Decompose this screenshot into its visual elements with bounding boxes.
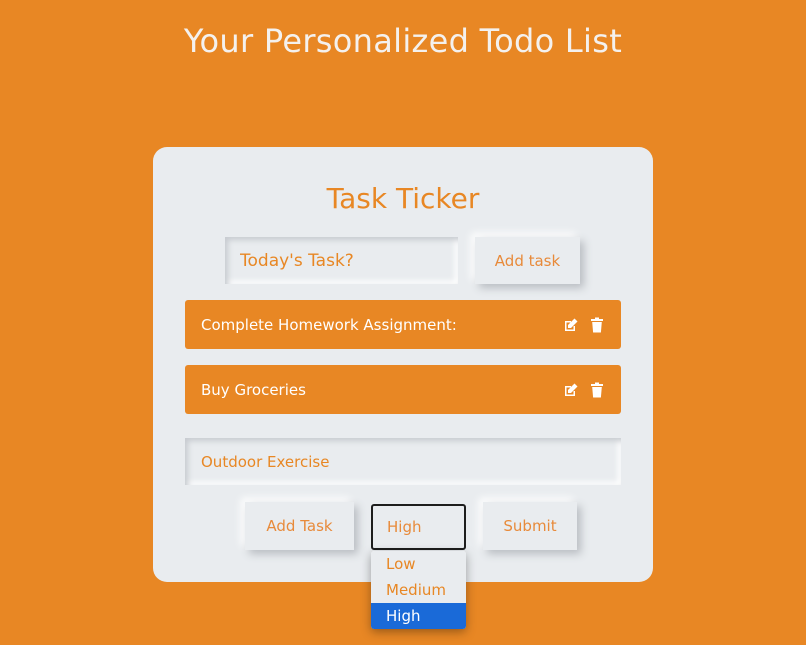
submit-button[interactable]: Submit: [483, 502, 577, 550]
priority-option-medium[interactable]: Medium: [371, 577, 466, 603]
page-title: Your Personalized Todo List: [183, 22, 623, 60]
task-item: Buy Groceries: [185, 365, 621, 414]
edit-icon[interactable]: [563, 382, 579, 398]
add-task-button[interactable]: Add task: [475, 237, 580, 284]
task-label: Buy Groceries: [201, 380, 306, 399]
priority-option-low[interactable]: Low: [371, 551, 466, 577]
card-title: Task Ticker: [326, 182, 480, 215]
task-item: Complete Homework Assignment:: [185, 300, 621, 349]
todo-card: Task Ticker Add task Complete Homework A…: [153, 147, 653, 582]
edit-task-input[interactable]: [185, 438, 621, 485]
priority-select[interactable]: High: [371, 504, 466, 550]
add-task-submit-button[interactable]: Add Task: [245, 502, 354, 550]
trash-icon[interactable]: [589, 382, 605, 398]
priority-dropdown: Low Medium High: [371, 551, 466, 629]
new-task-input[interactable]: [225, 237, 458, 284]
task-label: Complete Homework Assignment:: [201, 315, 457, 334]
trash-icon[interactable]: [589, 317, 605, 333]
edit-icon[interactable]: [563, 317, 579, 333]
priority-option-high[interactable]: High: [371, 603, 466, 629]
